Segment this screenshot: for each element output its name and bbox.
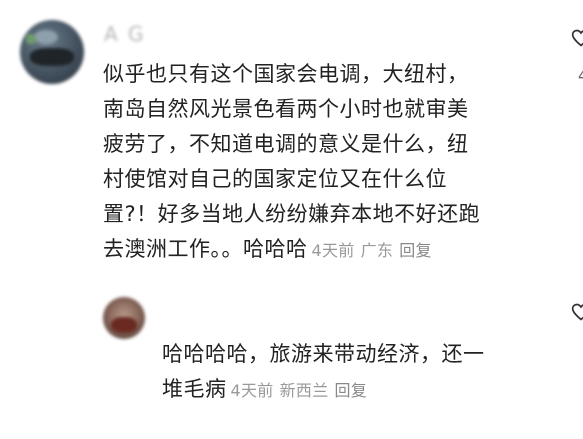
reply-meta: 4天前 新西兰 回复 — [231, 381, 374, 400]
comment-line: 置?！好多当地人纷纷嫌弃本地不好还跑 — [103, 202, 481, 226]
comment-body: 似乎也只有这个国家会电调，大纽村， 南岛自然风光景色看两个小时也就审美 疲劳了，… — [103, 57, 503, 268]
heart-outline-icon[interactable] — [571, 28, 583, 48]
reply-time: 4天前 — [230, 381, 274, 400]
reply-line: 哈哈哈哈，旅游来带动经济，还一 — [162, 342, 485, 366]
avatar-blur-detail — [34, 30, 58, 44]
comment-last-line: 去澳洲工作。。哈哈哈 4天前 广东 回复 — [103, 232, 503, 268]
reply-last-line: 堆毛病 4天前 新西兰 回复 — [162, 372, 522, 408]
reply-body: 哈哈哈哈，旅游来带动经济，还一 堆毛病 4天前 新西兰 回复 — [162, 337, 522, 408]
heart-outline-icon[interactable] — [571, 302, 583, 322]
reply-location: 新西兰 — [279, 381, 329, 400]
comment-time: 4天前 — [311, 241, 355, 260]
avatar-blur-detail — [30, 48, 74, 66]
avatar-blur-detail — [26, 34, 36, 44]
comment-line: 疲劳了，不知道电调的意义是什么，纽 — [103, 132, 469, 156]
comment-location: 广东 — [360, 241, 394, 260]
avatar[interactable] — [20, 20, 84, 84]
comment-line: 南岛自然风光景色看两个小时也就审美 — [103, 97, 469, 121]
comment-line: 去澳洲工作。。哈哈哈 — [103, 237, 308, 261]
comment-meta: 4天前 广东 回复 — [312, 241, 438, 260]
reply-line: 堆毛病 — [162, 377, 227, 401]
like-count: 4 — [578, 66, 583, 85]
comment-line: 村使馆对自己的国家定位又在什么位 — [103, 167, 447, 191]
comment-username[interactable]: A G — [104, 22, 146, 46]
reply-button[interactable]: 回复 — [335, 381, 368, 400]
avatar[interactable] — [103, 297, 145, 339]
comment-line: 似乎也只有这个国家会电调，大纽村， — [103, 62, 469, 86]
avatar-blur-detail — [111, 317, 137, 333]
reply-button[interactable]: 回复 — [399, 241, 432, 260]
